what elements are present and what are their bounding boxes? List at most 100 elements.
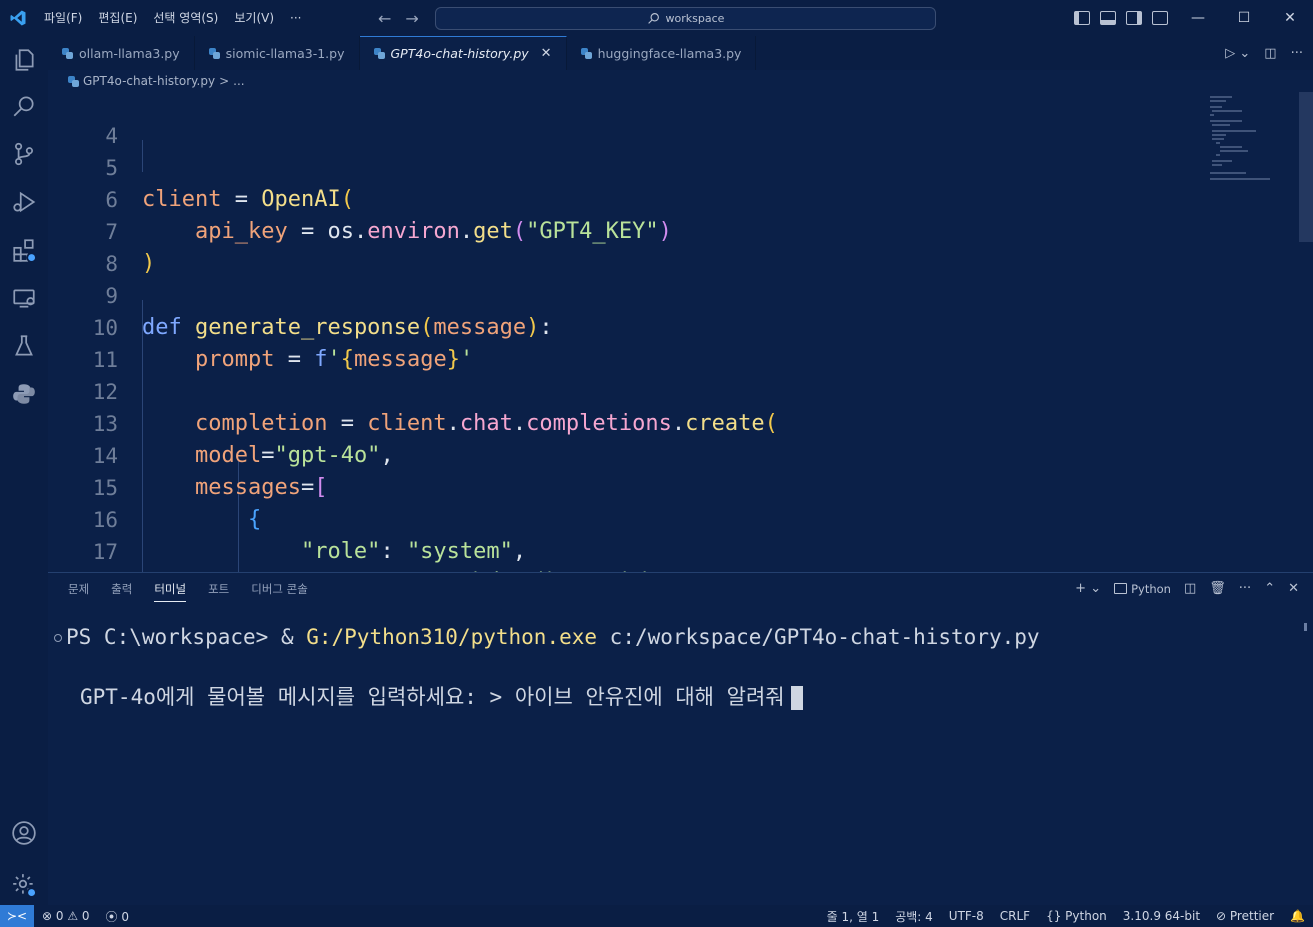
toggle-primary-sidebar-icon[interactable] — [1074, 11, 1090, 25]
minimize-button[interactable]: — — [1175, 0, 1221, 36]
menu-bar: 파일(F) 편집(E) 선택 영역(S) 보기(V) ··· — [36, 0, 309, 36]
menu-file[interactable]: 파일(F) — [36, 0, 90, 36]
terminal-name: Python — [1131, 581, 1171, 596]
code-line: 15 { — [48, 440, 262, 532]
python-icon[interactable] — [0, 370, 48, 418]
close-panel-icon[interactable]: ✕ — [1288, 581, 1299, 596]
warning-count: 0 — [81, 909, 90, 923]
terminal-script: c:/workspace/GPT4o-chat-history.py — [597, 625, 1040, 649]
more-actions-icon[interactable]: ··· — [1239, 581, 1251, 596]
python-interpreter[interactable]: 3.10.9 64-bit — [1115, 909, 1208, 923]
code-text: completion = client.chat.completions.cre… — [194, 411, 778, 436]
search-text: workspace — [665, 12, 725, 25]
layout-controls — [1074, 0, 1168, 36]
window-controls: — ☐ ✕ — [1175, 0, 1313, 36]
search-icon[interactable] — [0, 82, 48, 130]
language-mode[interactable]: {} Python — [1038, 909, 1115, 923]
tab-terminal[interactable]: 터미널 — [154, 581, 187, 602]
bottom-panel: 문제 출력 터미널 포트 디버그 콘솔 + ⌄ Python ◫ 🗑 ··· ⌃… — [48, 572, 1313, 905]
terminal-question: GPT-4o에게 물어볼 메시지를 입력하세요: > 아이브 안유진에 대해 알… — [80, 685, 785, 709]
terminal-selector[interactable]: Python — [1114, 582, 1171, 596]
breadcrumb-file[interactable]: GPT4o-chat-history.py — [83, 74, 215, 88]
split-editor-icon[interactable]: ◫ — [1264, 46, 1276, 61]
minimap[interactable] — [1208, 92, 1288, 182]
activity-bar — [0, 36, 48, 905]
source-control-icon[interactable] — [0, 130, 48, 178]
code-text: "role": "system", — [300, 539, 527, 564]
notifications-bell-icon[interactable]: 🔔 — [1282, 909, 1313, 923]
menu-edit[interactable]: 편집(E) — [90, 0, 145, 36]
trash-icon[interactable]: 🗑 — [1209, 581, 1226, 596]
code-text: api_key = os.environ.get("GPT4_KEY") — [194, 219, 672, 244]
explorer-icon[interactable] — [0, 36, 48, 84]
code-editor[interactable]: 4 5 client = OpenAI( 6 api_key = os.envi… — [48, 92, 1313, 572]
tab-label: GPT4o-chat-history.py — [390, 46, 529, 61]
tab-ollam-llama3[interactable]: ollam-llama3.py — [48, 36, 195, 70]
ports-status[interactable]: ⦿ 0 — [98, 908, 137, 925]
encoding[interactable]: UTF-8 — [941, 909, 992, 923]
tab-problems[interactable]: 문제 — [68, 581, 89, 602]
remote-indicator-icon[interactable]: ≻< — [0, 905, 34, 927]
tab-debug-console[interactable]: 디버그 콘솔 — [251, 581, 308, 602]
new-terminal-icon[interactable]: + ⌄ — [1075, 581, 1101, 596]
extensions-icon[interactable] — [0, 226, 48, 274]
python-file-icon — [62, 47, 73, 59]
arrow-left-icon[interactable]: ← — [378, 9, 391, 28]
editor-scrollbar[interactable] — [1299, 92, 1313, 242]
testing-icon[interactable] — [0, 322, 48, 370]
code-text: messages=[ — [194, 475, 328, 500]
prettier-status[interactable]: ⊘ Prettier — [1208, 909, 1282, 923]
account-icon[interactable] — [0, 809, 48, 857]
status-bar: ≻< ⊗ 0 ⚠ 0 ⦿ 0 줄 1, 열 1 공백: 4 UTF-8 CRLF… — [0, 905, 1313, 927]
code-line: 9 def generate_response(message): — [48, 248, 552, 340]
tab-huggingface-llama3[interactable]: huggingface-llama3.py — [567, 36, 757, 70]
close-icon[interactable]: ✕ — [541, 46, 552, 61]
python-file-icon — [68, 75, 79, 87]
more-actions-icon[interactable]: ··· — [1291, 46, 1303, 61]
end-of-line[interactable]: CRLF — [992, 909, 1038, 923]
prettier-label: Prettier — [1229, 909, 1275, 923]
language-label: Python — [1065, 909, 1107, 923]
arrow-right-icon[interactable]: → — [405, 9, 418, 28]
tab-gpt4o-chat-history[interactable]: GPT4o-chat-history.py ✕ — [359, 36, 567, 70]
cursor-position[interactable]: 줄 1, 열 1 — [819, 908, 888, 925]
customize-layout-icon[interactable] — [1152, 11, 1168, 25]
tab-siomic-llama3-1[interactable]: siomic-llama3-1.py — [195, 36, 360, 70]
code-line: 7 ) — [48, 184, 155, 276]
menu-view[interactable]: 보기(V) — [226, 0, 282, 36]
breadcrumb-more[interactable]: ... — [233, 74, 244, 88]
run-debug-icon[interactable] — [0, 178, 48, 226]
toggle-panel-icon[interactable] — [1100, 11, 1116, 25]
maximize-panel-icon[interactable]: ⌃ — [1264, 581, 1275, 596]
settings-gear-icon[interactable] — [0, 861, 48, 909]
port-count: 0 — [121, 909, 130, 924]
breadcrumb-separator: > — [219, 74, 230, 88]
terminal-exe: G:/Python310/python.exe — [306, 625, 598, 649]
command-center-search[interactable]: workspace — [435, 7, 936, 30]
menu-more[interactable]: ··· — [282, 0, 309, 36]
code-text: model="gpt-4o", — [194, 443, 394, 468]
panel-tabs: 문제 출력 터미널 포트 디버그 콘솔 — [68, 581, 308, 602]
breadcrumb: GPT4o-chat-history.py > ... — [48, 70, 1313, 92]
tab-output[interactable]: 출력 — [111, 581, 132, 602]
split-terminal-icon[interactable]: ◫ — [1184, 581, 1196, 596]
menu-selection[interactable]: 선택 영역(S) — [145, 0, 226, 36]
toggle-secondary-sidebar-icon[interactable] — [1126, 11, 1142, 25]
code-line: 13 model="gpt-4o", — [48, 376, 394, 468]
remote-explorer-icon[interactable] — [0, 274, 48, 322]
run-python-file-icon[interactable]: ▷ ⌄ — [1225, 46, 1250, 61]
editor-tabs: ollam-llama3.py siomic-llama3-1.py GPT4o… — [48, 36, 1313, 70]
problems-status[interactable]: ⊗ 0 ⚠ 0 — [34, 909, 98, 923]
close-window-button[interactable]: ✕ — [1267, 0, 1313, 36]
code-text: client = OpenAI( — [142, 187, 354, 212]
terminal-prompt: PS C:\workspace> — [66, 625, 281, 649]
code-line: 16 "role": "system", — [48, 472, 526, 564]
indentation[interactable]: 공백: 4 — [887, 908, 941, 925]
maximize-button[interactable]: ☐ — [1221, 0, 1267, 36]
terminal-input-line: GPT-4o에게 물어볼 메시지를 입력하세요: > 아이브 안유진에 대해 알… — [80, 681, 803, 711]
tab-ports[interactable]: 포트 — [208, 581, 229, 602]
vscode-logo-icon — [0, 0, 36, 36]
code-line: 6 api_key = os.environ.get("GPT4_KEY") — [48, 152, 672, 244]
terminal-scrollbar[interactable] — [1304, 623, 1307, 631]
code-line: 8 — [48, 216, 118, 276]
